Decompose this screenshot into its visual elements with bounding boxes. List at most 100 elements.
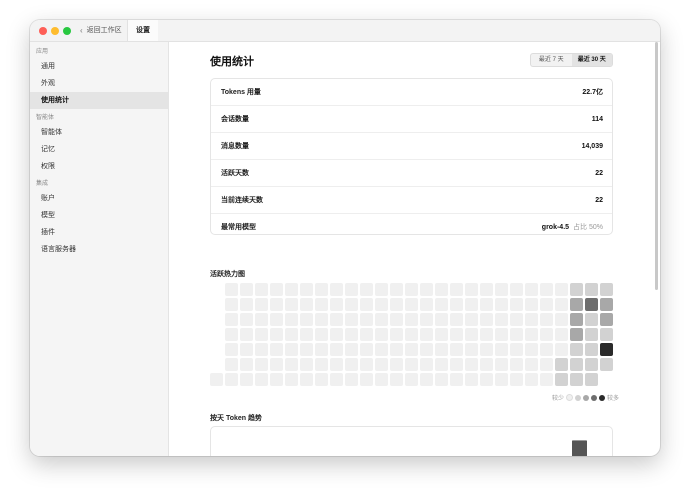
heatmap-cell	[405, 373, 418, 386]
heatmap-cell	[435, 298, 448, 311]
heatmap-cell	[540, 313, 553, 326]
heatmap-cell	[480, 313, 493, 326]
sidebar-group-integrations: 集成	[36, 181, 49, 187]
chevron-left-icon: ‹	[80, 25, 83, 35]
heatmap-cell	[540, 343, 553, 356]
heatmap-cell	[465, 298, 478, 311]
heatmap-cell	[255, 358, 268, 371]
heatmap-cell	[450, 373, 463, 386]
zoom-window-button[interactable]	[63, 27, 71, 35]
heatmap-cell	[480, 328, 493, 341]
heatmap-cell	[255, 343, 268, 356]
stat-label: 活跃天数	[221, 170, 249, 177]
heatmap-cell	[225, 313, 238, 326]
heatmap-cell	[420, 373, 433, 386]
heatmap-cell	[555, 343, 568, 356]
sidebar-item-general[interactable]: 通用	[30, 58, 168, 75]
heatmap-cell	[330, 343, 343, 356]
heatmap-cell	[240, 373, 253, 386]
sidebar-item-memory[interactable]: 记忆	[30, 141, 168, 158]
heatmap-cell	[285, 343, 298, 356]
time-range-toggle: 最近 7 天 最近 30 天	[530, 53, 613, 67]
heatmap-cell	[450, 313, 463, 326]
heatmap-cell	[255, 373, 268, 386]
heatmap-cell	[300, 298, 313, 311]
heatmap-cell	[285, 283, 298, 296]
heatmap-cell	[285, 298, 298, 311]
sidebar-item-models[interactable]: 模型	[30, 207, 168, 224]
heatmap-cell	[375, 373, 388, 386]
heatmap-cell	[420, 358, 433, 371]
heatmap-cell	[600, 298, 613, 311]
heatmap-cell	[270, 358, 283, 371]
heatmap-cell	[240, 343, 253, 356]
heatmap-cell	[465, 343, 478, 356]
heatmap-cell	[525, 298, 538, 311]
heatmap-cell	[555, 298, 568, 311]
sidebar-group-agents: 智能体	[36, 115, 55, 121]
stat-row-active-days: 活跃天数 22	[211, 160, 612, 187]
heatmap-cell	[240, 328, 253, 341]
stat-row-tokens: Tokens 用量 22.7亿	[211, 79, 612, 106]
sidebar-item-permissions[interactable]: 权限	[30, 158, 168, 175]
range-7-days-button[interactable]: 最近 7 天	[531, 54, 572, 66]
sidebar-item-usage-stats[interactable]: 使用统计	[30, 92, 168, 109]
heatmap-cell	[375, 358, 388, 371]
heatmap-cell	[540, 283, 553, 296]
heatmap-cell	[300, 358, 313, 371]
heatmap-cell	[495, 328, 508, 341]
range-30-days-button[interactable]: 最近 30 天	[571, 54, 612, 66]
heatmap-cell	[360, 373, 373, 386]
back-to-workspace-button[interactable]: ‹ 返回工作区	[80, 25, 122, 35]
legend-swatch	[575, 394, 582, 401]
heatmap-cell	[435, 313, 448, 326]
heatmap-cell	[450, 298, 463, 311]
heatmap-cell	[495, 298, 508, 311]
heatmap-cell	[270, 343, 283, 356]
legend-swatch	[566, 394, 574, 401]
heatmap-cell	[540, 328, 553, 341]
heatmap-cell	[510, 343, 523, 356]
sidebar-item-language-servers[interactable]: 语言服务器	[30, 241, 168, 258]
heatmap-cell	[585, 373, 598, 386]
heatmap-cell	[570, 283, 583, 296]
stats-card: Tokens 用量 22.7亿 会话数量 114 消息数量 14,039 活跃天…	[210, 78, 613, 235]
heatmap-cell	[360, 313, 373, 326]
heatmap-cell	[225, 358, 238, 371]
heatmap-cell	[330, 298, 343, 311]
heatmap-cell	[405, 283, 418, 296]
heatmap-cell	[375, 298, 388, 311]
heatmap-cell	[285, 313, 298, 326]
sidebar-item-plugins[interactable]: 插件	[30, 224, 168, 241]
heatmap-cell	[495, 283, 508, 296]
heatmap-cell	[465, 283, 478, 296]
scrollbar[interactable]	[655, 42, 658, 290]
heatmap-cell	[495, 313, 508, 326]
minimize-window-button[interactable]	[51, 27, 59, 35]
close-window-button[interactable]	[39, 27, 47, 35]
heatmap-cell	[330, 358, 343, 371]
heatmap-cell	[315, 328, 328, 341]
heatmap-cell	[240, 283, 253, 296]
heatmap-cell	[525, 373, 538, 386]
heatmap-cell	[405, 328, 418, 341]
heatmap-cell	[345, 373, 358, 386]
heatmap-cell	[540, 373, 553, 386]
heatmap-cell	[435, 343, 448, 356]
heatmap-cell	[600, 328, 613, 341]
heatmap-cell	[525, 358, 538, 371]
heatmap-cell	[405, 298, 418, 311]
heatmap-cell	[240, 313, 253, 326]
sidebar-item-accounts[interactable]: 账户	[30, 190, 168, 207]
tab-settings[interactable]: 设置	[127, 20, 158, 41]
heatmap-cell	[420, 298, 433, 311]
title-bar: ‹ 返回工作区 设置	[30, 20, 660, 42]
heatmap-cell	[480, 373, 493, 386]
sidebar-item-appearance[interactable]: 外观	[30, 75, 168, 92]
heatmap-cell	[585, 328, 598, 341]
sidebar-item-agents[interactable]: 智能体	[30, 124, 168, 141]
heatmap-cell	[555, 373, 568, 386]
heatmap-cell	[390, 313, 403, 326]
legend-swatch	[599, 394, 606, 401]
heatmap-cell	[285, 373, 298, 386]
